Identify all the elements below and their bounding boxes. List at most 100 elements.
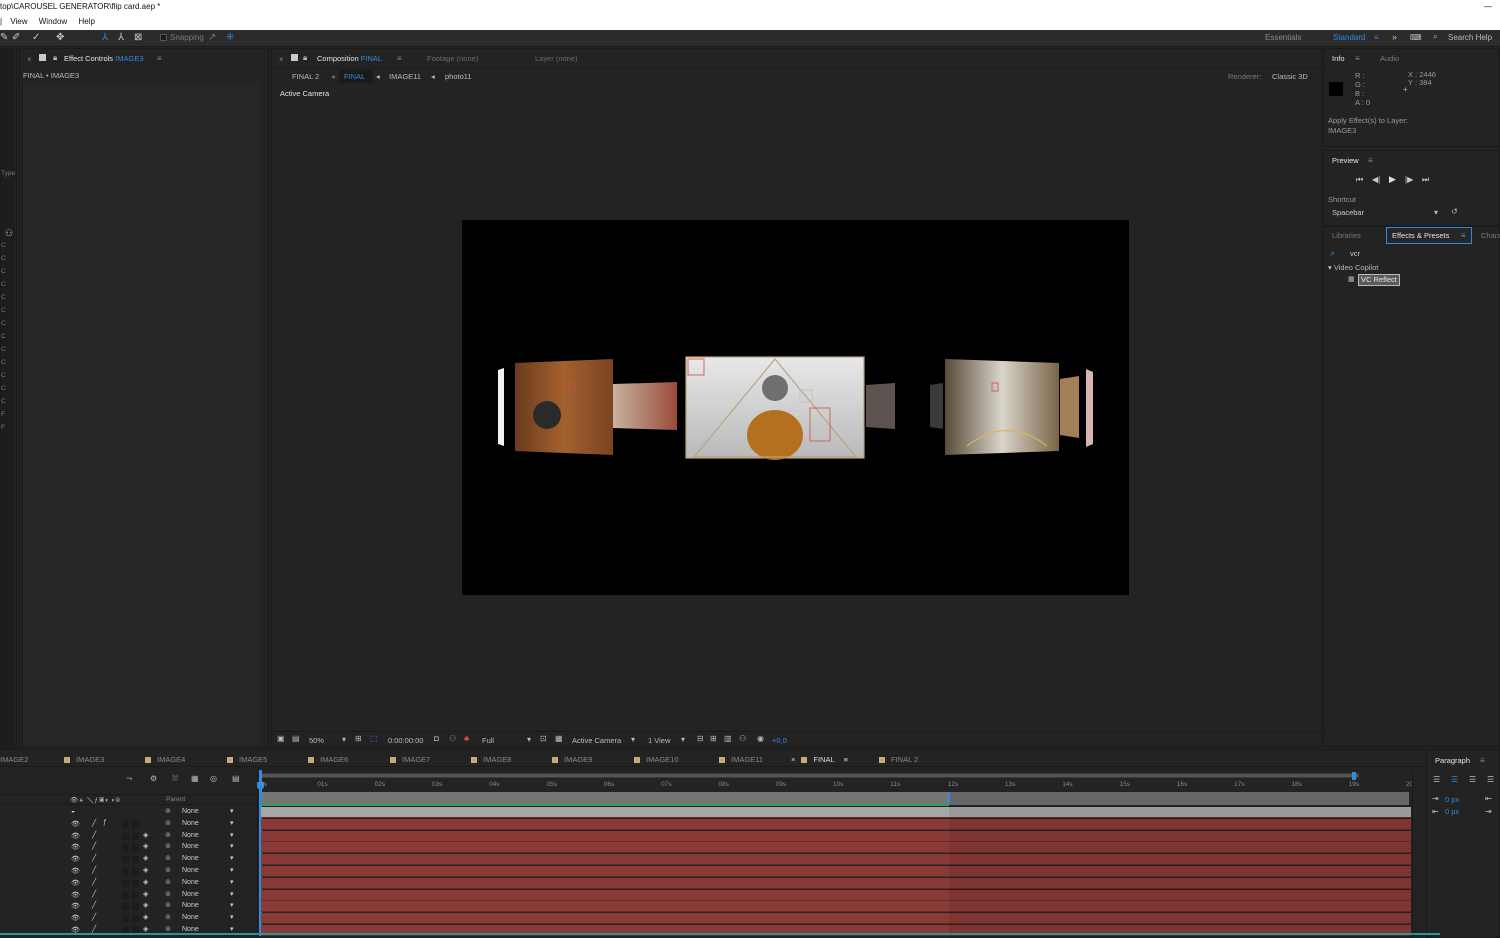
parent-select[interactable]: None <box>182 926 199 933</box>
snapshot-icon[interactable]: ◘ <box>434 734 439 743</box>
axis-local-icon[interactable]: ⅄ <box>102 32 108 44</box>
pickwhip-icon[interactable]: ⊚ <box>165 807 171 815</box>
switch-box[interactable] <box>122 891 129 899</box>
composition-viewer[interactable] <box>462 220 1129 595</box>
tab-info[interactable]: Info <box>1332 54 1345 64</box>
first-frame-icon[interactable]: ⏮ <box>1356 175 1363 185</box>
switch-box[interactable] <box>132 856 139 864</box>
quality-switch-icon[interactable]: ╱ <box>92 866 96 874</box>
brush-tool-icon[interactable]: ✎ <box>0 32 8 44</box>
parent-select[interactable]: None <box>182 891 199 898</box>
panel-menu-icon[interactable]: ≡ <box>1480 756 1485 765</box>
pickwhip-icon[interactable]: ⊚ <box>165 854 171 862</box>
timeline-tab-image9[interactable]: IMAGE9 <box>552 755 592 764</box>
chevron-down-icon[interactable]: ▾ <box>631 735 635 744</box>
timeline-tab-final[interactable]: × FINAL ≡ <box>791 755 848 764</box>
panel-menu-icon[interactable]: ≡ <box>1368 156 1373 165</box>
chevron-down-icon[interactable]: ▾ <box>681 735 685 744</box>
tab-paragraph[interactable]: Paragraph <box>1435 756 1470 766</box>
parent-select[interactable]: None <box>182 832 199 839</box>
more-workspaces-icon[interactable]: » <box>1392 32 1397 42</box>
timeline-scrollbar[interactable] <box>1412 768 1424 938</box>
parent-select[interactable]: None <box>182 808 199 815</box>
timeline-options-icon[interactable]: ▤ <box>232 774 240 783</box>
switch-box[interactable] <box>122 832 129 840</box>
3d-layer-icon[interactable]: ◈ <box>143 890 148 898</box>
timeline-tab-image11[interactable]: IMAGE11 <box>719 755 763 764</box>
workspace-standard[interactable]: Standard <box>1333 33 1365 42</box>
switch-box[interactable] <box>132 868 139 875</box>
safe-margins-icon[interactable]: ⊞ <box>355 734 362 743</box>
switch-box[interactable] <box>122 856 129 864</box>
breadcrumb-photo11[interactable]: photo11 <box>445 72 472 82</box>
tab-character[interactable]: Chara <box>1481 231 1500 241</box>
3d-layer-icon[interactable]: ◈ <box>143 925 148 933</box>
motion-blur-icon[interactable]: ▦ <box>191 774 199 783</box>
quality-switch-icon[interactable]: ╱ <box>92 925 96 933</box>
switch-box[interactable] <box>132 879 139 887</box>
chevron-down-icon[interactable]: ▾ <box>230 807 234 815</box>
switch-box[interactable] <box>132 832 139 840</box>
switch-box[interactable] <box>132 903 139 911</box>
layer-row[interactable]: 👁︎ ╱ ◈ ⊚ None ▾ <box>0 925 258 937</box>
minimize-icon[interactable]: — <box>1484 0 1492 14</box>
pickwhip-icon[interactable]: ⊚ <box>165 890 171 898</box>
quality-switch-icon[interactable]: ╱ <box>92 890 96 898</box>
pickwhip-icon[interactable]: ⊚ <box>165 819 171 827</box>
layer-row[interactable]: ◒ ⊚ None ▾ <box>0 807 258 819</box>
layer-row[interactable]: 👁︎ ╱ ◈ ⊚ None ▾ <box>0 842 258 854</box>
timeline-tab-image7[interactable]: IMAGE7 <box>390 755 430 764</box>
parent-select[interactable]: None <box>182 843 199 850</box>
timeline-tab-image3[interactable]: IMAGE3 <box>64 755 104 764</box>
search-icon[interactable]: ⌕ <box>1433 32 1437 42</box>
puppet-pin-icon[interactable]: ✥ <box>56 32 64 44</box>
timeline-tab-image6[interactable]: IMAGE6 <box>308 755 348 764</box>
pickwhip-icon[interactable]: ⊚ <box>165 866 171 874</box>
previous-frame-icon[interactable]: ◀| <box>1372 175 1380 184</box>
keyboard-icon[interactable]: ⌨ <box>1410 33 1422 42</box>
chevron-down-icon[interactable]: ▾ <box>230 913 234 921</box>
timeline-tab-image10[interactable]: IMAGE10 <box>634 755 679 764</box>
switch-box[interactable] <box>122 903 129 911</box>
fx-icon[interactable]: ƒ <box>103 819 107 826</box>
region-icon[interactable]: ⊡ <box>540 734 547 743</box>
quality-switch-icon[interactable]: ╱ <box>92 901 96 909</box>
close-icon[interactable]: × <box>279 55 284 64</box>
workspace-essentials[interactable]: Essentials <box>1265 33 1301 42</box>
pickwhip-icon[interactable]: ⊚ <box>165 901 171 909</box>
always-preview-icon[interactable]: ▣ <box>277 734 285 743</box>
graph-editor-icon[interactable]: ◎ <box>210 774 217 783</box>
switch-box[interactable] <box>122 868 129 875</box>
mask-toggle-icon[interactable]: ⬚ <box>370 734 378 743</box>
switch-box[interactable] <box>132 820 139 828</box>
search-help[interactable]: Search Help <box>1448 33 1492 42</box>
layer-row[interactable]: 👁︎ ╱ ◈ ⊚ None ▾ <box>0 878 258 890</box>
close-icon[interactable]: × <box>27 55 32 64</box>
pickwhip-icon[interactable]: ⊚ <box>165 878 171 886</box>
switch-box[interactable] <box>122 879 129 887</box>
chevron-down-icon[interactable]: ▾ <box>230 831 234 839</box>
renderer-value[interactable]: Classic 3D <box>1272 72 1308 82</box>
3d-layer-icon[interactable]: ◈ <box>143 878 148 886</box>
chevron-down-icon[interactable]: ▾ <box>230 890 234 898</box>
3d-layer-icon[interactable]: ◈ <box>143 842 148 850</box>
3d-layer-icon[interactable]: ◈ <box>143 913 148 921</box>
space-before-value[interactable]: 0 px <box>1445 807 1459 817</box>
eye-icon[interactable]: 👁︎ <box>71 867 80 875</box>
pickwhip-icon[interactable]: ⊚ <box>165 913 171 921</box>
timeline-tab-image8[interactable]: IMAGE8 <box>471 755 511 764</box>
tab-preview[interactable]: Preview <box>1332 156 1359 166</box>
menu-window[interactable]: Window <box>39 17 67 26</box>
tab-effect-controls[interactable]: Effect Controls IMAGE3 <box>64 54 144 64</box>
tab-layer[interactable]: Layer (none) <box>535 54 578 64</box>
reset-icon[interactable]: ↺ <box>1451 207 1458 216</box>
timecode[interactable]: 0:00:00:00 <box>388 736 423 746</box>
timeline-tab-image5[interactable]: IMAGE5 <box>227 755 267 764</box>
align-left-icon[interactable]: ☰ <box>1433 775 1440 784</box>
pickwhip-icon[interactable]: ⊚ <box>165 831 171 839</box>
layer-row[interactable]: 👁︎ ╱ ◈ ⊚ None ▾ <box>0 890 258 902</box>
play-icon[interactable]: ▶ <box>1389 174 1396 185</box>
eye-icon[interactable]: 👁︎ <box>71 902 80 910</box>
tab-audio[interactable]: Audio <box>1380 54 1399 64</box>
align-center-icon[interactable]: ☰ <box>1451 775 1458 784</box>
